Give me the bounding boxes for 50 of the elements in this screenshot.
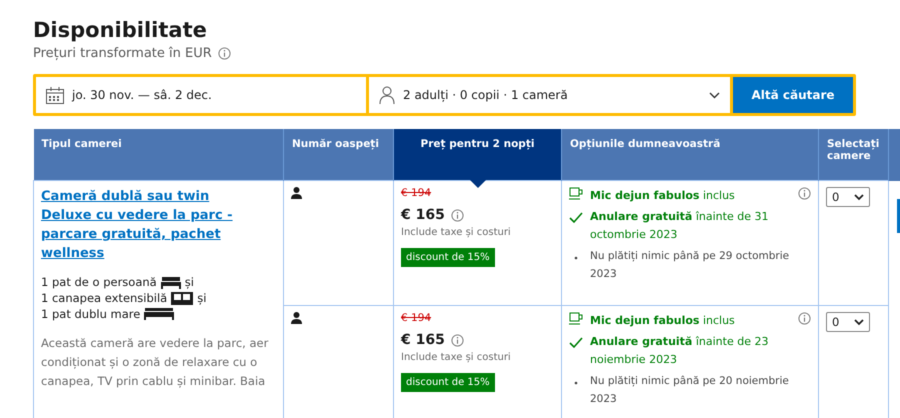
currency-note: Prețuri transformate în EUR [33, 46, 212, 61]
room-count-select[interactable]: 0 [826, 312, 870, 332]
bed-text: 1 pat de o persoană [41, 275, 157, 289]
calendar-icon [46, 86, 64, 104]
meal-option: Mic dejun fabulos inclus [590, 187, 791, 205]
guests-field[interactable]: 2 adulți · 0 copii · 1 cameră [369, 77, 730, 113]
date-field[interactable]: jo. 30 nov. — sâ. 2 dec. [36, 77, 366, 113]
person-icon [379, 86, 395, 104]
bed-joiner: și [197, 291, 206, 305]
payment-note: Nu plătiți nimic până pe 29 octombrie 2023 [590, 249, 790, 282]
check-icon [569, 212, 583, 224]
cup-icon [569, 187, 583, 200]
room-name-link[interactable]: Cameră dublă sau twin Deluxe cu vedere la parc - parcare gratuită, pachet wellness [41, 187, 241, 263]
cancellation-option: Anulare gratuită înainte de 31 octombrie 2023 [590, 208, 811, 244]
price: € 165 [401, 207, 445, 223]
bed-text: 1 canapea extensibilă [41, 291, 168, 305]
chevron-down-icon [854, 318, 864, 326]
person-icon [291, 187, 302, 199]
meal-option: Mic dejun fabulos inclus [590, 312, 791, 330]
info-icon[interactable] [450, 334, 464, 346]
column-header: Număr oaspeți [284, 129, 394, 180]
chevron-down-icon [854, 194, 864, 200]
selected-pointer [468, 179, 486, 188]
taxes-note: Include taxe și costuri [401, 352, 512, 363]
info-icon[interactable] [218, 47, 231, 60]
taxes-note: Include taxe și costuri [401, 227, 512, 238]
discount-badge: discount de 15% [401, 248, 495, 267]
column-header: Opțiunile dumneavoastră [562, 129, 818, 180]
check-icon [569, 337, 583, 349]
section-title: Disponibilitate [33, 17, 208, 44]
sofa-bed-icon [171, 292, 194, 304]
bed-icon [160, 276, 181, 288]
chevron-down-icon [709, 92, 720, 98]
old-price: € 194 [401, 187, 432, 199]
double-bed-icon [144, 308, 174, 320]
old-price: € 194 [401, 312, 432, 324]
room-count-select[interactable]: 0 [826, 187, 870, 207]
discount-badge: discount de 15% [401, 373, 495, 392]
info-icon[interactable] [450, 208, 464, 222]
bed-joiner: și [184, 275, 194, 289]
column-header: Selectați camere [818, 129, 888, 180]
search-button[interactable]: Altă căutare [733, 77, 853, 113]
column-header: Tipul camerei [34, 129, 284, 180]
payment-note: Nu plătiți nimic până pe 20 noiembrie 2023 [590, 374, 790, 407]
person-icon [291, 312, 302, 324]
cup-icon [569, 312, 583, 325]
cancellation-option: Anulare gratuită înainte de 23 noiembrie 2023 [590, 333, 811, 369]
room-description: Această cameră are vedere la parc, aer condiționat și o zonă de relaxare cu o canapea, TV prin cablu și minibar. Baia [41, 335, 270, 390]
bed-text: 1 pat dublu mare [41, 307, 140, 321]
price: € 165 [401, 332, 445, 348]
